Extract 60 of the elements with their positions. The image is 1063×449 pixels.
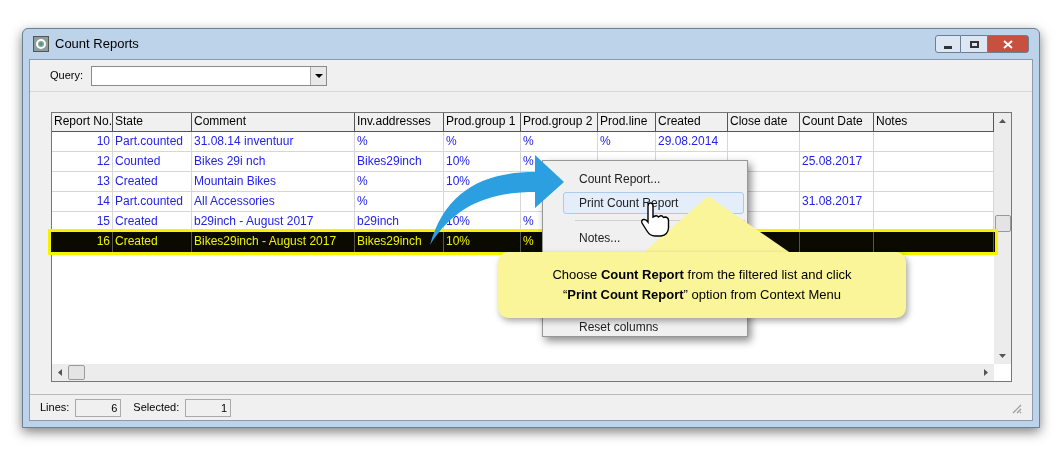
table-cell: 29.08.2014 bbox=[656, 132, 728, 151]
table-cell: 31.08.2017 bbox=[800, 192, 874, 211]
table-cell: 12 bbox=[52, 152, 113, 171]
callout-text: Choose Count Report from the filtered list and click “Print Count Report” option from Context Menu bbox=[551, 266, 853, 304]
table-cell: Counted bbox=[113, 152, 192, 171]
table-cell: Created bbox=[113, 172, 192, 191]
table-cell: 16 bbox=[52, 232, 113, 252]
table-cell: 13 bbox=[52, 172, 113, 191]
table-cell: % bbox=[355, 132, 444, 151]
query-label: Query: bbox=[50, 68, 83, 84]
horizontal-scrollbar[interactable] bbox=[52, 364, 994, 381]
table-cell: 31.08.14 inventuur bbox=[192, 132, 355, 151]
table-cell: Bikes29inch bbox=[355, 152, 444, 171]
table-cell: % bbox=[598, 132, 656, 151]
table-cell: Bikes29inch - August 2017 bbox=[192, 232, 355, 252]
column-header[interactable]: Prod.line bbox=[598, 113, 656, 131]
table-cell: Bikes 29i nch bbox=[192, 152, 355, 171]
scrollbar-thumb[interactable] bbox=[994, 215, 1011, 232]
column-header[interactable]: Inv.addresses bbox=[355, 113, 444, 131]
maximize-button[interactable] bbox=[961, 35, 987, 53]
column-header[interactable]: Prod.group 2 bbox=[521, 113, 598, 131]
lines-label: Lines: bbox=[40, 400, 70, 416]
table-cell: 10 bbox=[52, 132, 113, 151]
window-title: Count Reports bbox=[55, 35, 139, 54]
vertical-scrollbar[interactable] bbox=[994, 113, 1011, 364]
column-header[interactable]: State bbox=[113, 113, 192, 131]
query-dropdown[interactable] bbox=[91, 65, 327, 86]
scroll-down-icon bbox=[999, 354, 1006, 358]
close-button[interactable] bbox=[987, 35, 1029, 53]
close-icon bbox=[1003, 39, 1013, 49]
column-header[interactable]: Prod.group 1 bbox=[444, 113, 521, 131]
table-cell: Mountain Bikes bbox=[192, 172, 355, 191]
minimize-button[interactable] bbox=[935, 35, 961, 53]
table-cell: % bbox=[521, 132, 598, 151]
selected-count: 1 bbox=[185, 398, 232, 417]
table-cell: 14 bbox=[52, 192, 113, 211]
column-header[interactable]: Created bbox=[656, 113, 728, 131]
app-icon bbox=[33, 36, 49, 52]
maximize-icon bbox=[969, 40, 979, 48]
column-header[interactable]: Report No. bbox=[52, 113, 113, 131]
lines-count: 6 bbox=[75, 398, 122, 417]
table-cell: % bbox=[355, 172, 444, 191]
scrollbar-thumb[interactable] bbox=[68, 365, 85, 380]
scroll-right-icon bbox=[984, 369, 988, 376]
table-cell: % bbox=[444, 132, 521, 151]
table-cell: Part.counted bbox=[113, 192, 192, 211]
table-cell: Part.counted bbox=[113, 132, 192, 151]
table-cell: All Accessories bbox=[192, 192, 355, 211]
column-header[interactable]: Comment bbox=[192, 113, 355, 131]
table-cell: % bbox=[355, 192, 444, 211]
menu-item[interactable]: Reset columns bbox=[579, 319, 659, 335]
table-cell: 25.08.2017 bbox=[800, 152, 874, 171]
column-header[interactable]: Close date bbox=[728, 113, 800, 131]
minimize-icon bbox=[944, 45, 952, 49]
scroll-up-icon bbox=[999, 119, 1006, 123]
scroll-left-icon bbox=[58, 369, 62, 376]
menu-item[interactable]: Count Report... bbox=[579, 170, 661, 188]
column-header[interactable]: Count Date bbox=[800, 113, 874, 131]
selected-label: Selected: bbox=[133, 400, 180, 416]
table-cell: Created bbox=[113, 232, 192, 252]
